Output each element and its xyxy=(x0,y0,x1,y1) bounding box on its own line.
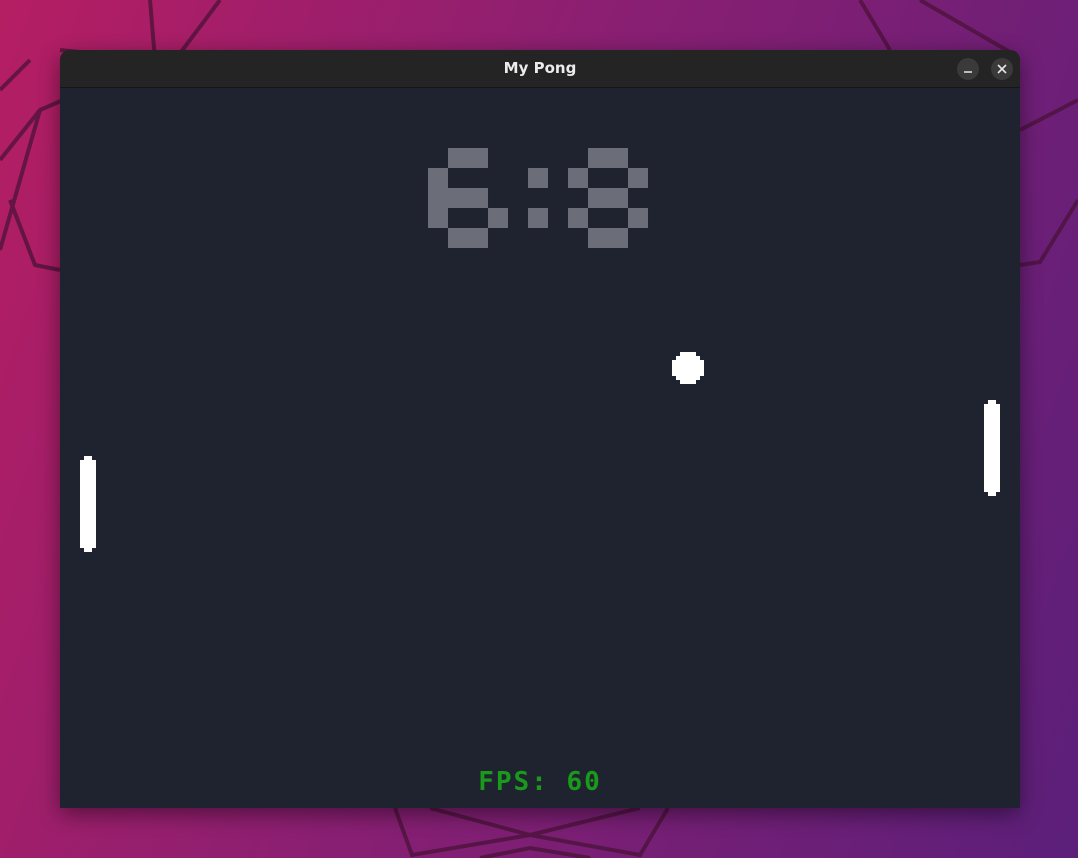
score-display xyxy=(428,148,668,272)
title-bar[interactable]: My Pong xyxy=(60,50,1020,88)
app-window: My Pong FPS: 60 xyxy=(60,50,1020,808)
ball xyxy=(672,352,704,384)
close-button[interactable] xyxy=(991,58,1013,80)
window-title: My Pong xyxy=(503,59,577,77)
minimize-button[interactable] xyxy=(957,58,979,80)
left-paddle xyxy=(80,456,96,552)
right-paddle xyxy=(984,400,1000,496)
fps-label: FPS: xyxy=(478,767,549,797)
minimize-icon xyxy=(964,71,972,73)
score-left-digit xyxy=(428,148,508,248)
game-canvas[interactable]: FPS: 60 xyxy=(60,88,1020,808)
close-icon xyxy=(997,64,1007,74)
fps-counter: FPS: 60 xyxy=(60,762,1020,802)
score-separator xyxy=(528,168,548,228)
score-right-digit xyxy=(568,148,648,248)
fps-value: 60 xyxy=(566,767,602,797)
